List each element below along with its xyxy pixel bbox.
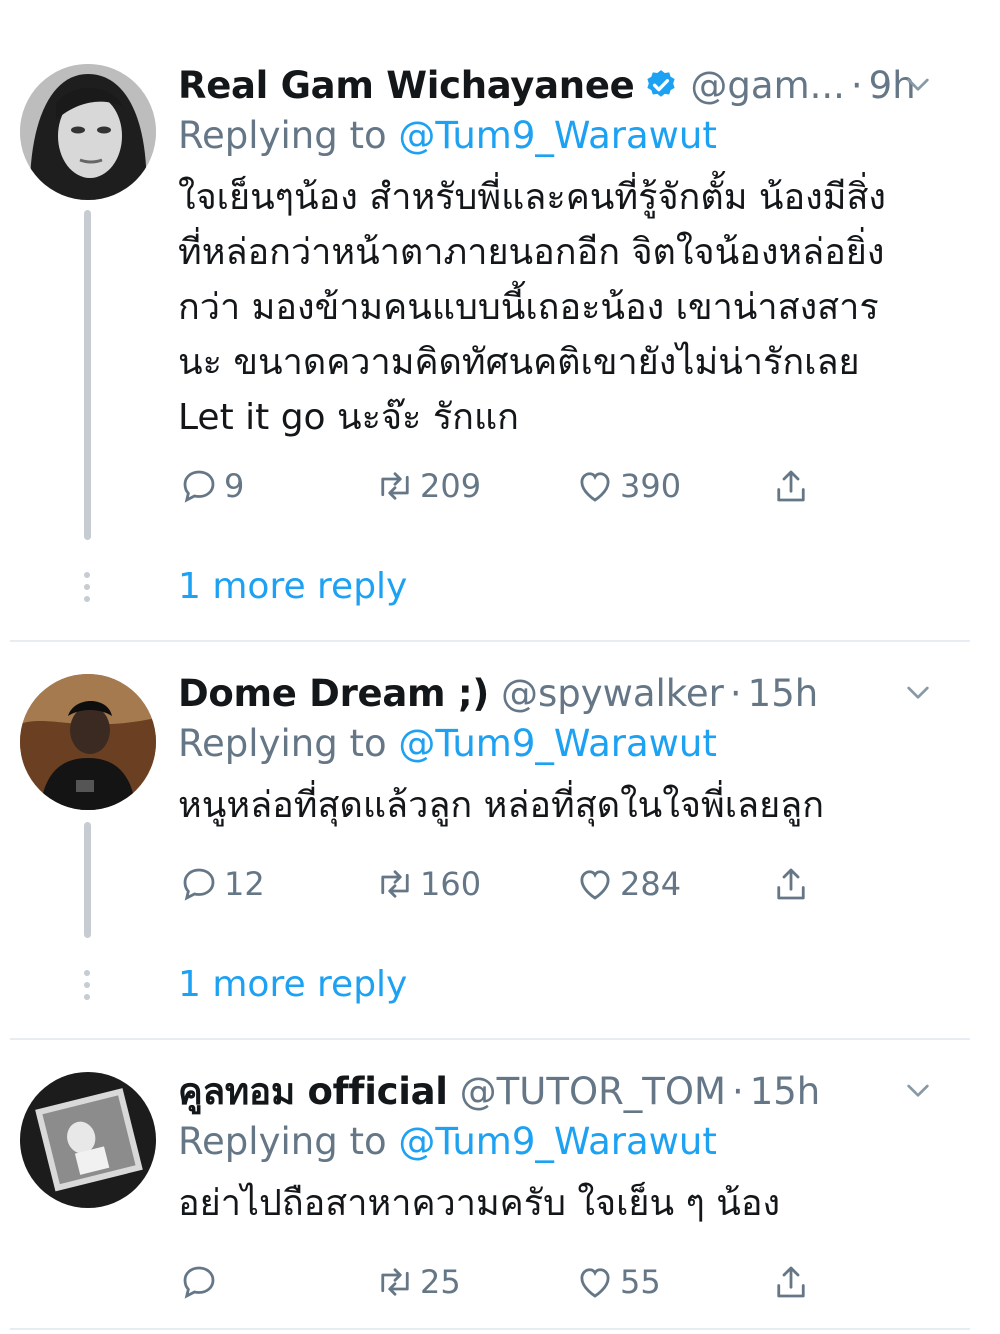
chevron-down-icon[interactable]: [902, 676, 934, 708]
like-button[interactable]: 55: [574, 1260, 661, 1304]
tweet-text-line: ที่หล่อกว่าหน้าตาภายนอกอีก จิตใจน้องหล่อ…: [178, 232, 885, 273]
like-button[interactable]: 390: [574, 464, 681, 508]
action-bar: 12 160 284: [178, 862, 838, 906]
thread-line: [84, 822, 91, 938]
avatar[interactable]: [20, 674, 156, 810]
tweet-text-line: กว่า มองข้ามคนแบบนี้เถอะน้อง เขาน่าสงสาร: [178, 287, 879, 328]
share-button[interactable]: [770, 464, 812, 508]
chevron-down-icon[interactable]: [902, 1074, 934, 1106]
avatar-photo-woman: [20, 64, 156, 200]
reply-icon: [183, 1266, 215, 1299]
reply-icon: [183, 868, 215, 901]
share-icon: [777, 868, 805, 900]
tweet-2[interactable]: Dome Dream ;) @spywalker · 15h Replying …: [0, 668, 1000, 1038]
handle[interactable]: @TUTOR_TOM: [460, 1070, 726, 1113]
reply-button[interactable]: 12: [178, 862, 265, 906]
more-reply-link[interactable]: 1 more reply: [178, 964, 407, 1005]
divider: [10, 1328, 970, 1330]
separator-dot: ·: [850, 63, 863, 107]
retweet-icon: [381, 1268, 409, 1296]
tweet-1[interactable]: Real Gam Wichayanee @gam... · 9h Replyin…: [0, 60, 1000, 640]
mention-link[interactable]: @Tum9_Warawut: [398, 1120, 717, 1163]
display-name[interactable]: Dome Dream ;): [178, 672, 489, 715]
tweet-header: คูลทอม official @TUTOR_TOM · 15h: [178, 1066, 820, 1116]
replying-to: Replying to @Tum9_Warawut: [178, 114, 717, 157]
like-count: 284: [620, 865, 682, 903]
display-name[interactable]: คูลทอม official: [178, 1062, 448, 1121]
reply-button[interactable]: 9: [178, 464, 244, 508]
like-icon: [580, 472, 610, 502]
reply-count: 12: [224, 865, 265, 903]
like-icon: [580, 870, 610, 900]
more-reply-link[interactable]: 1 more reply: [178, 566, 407, 607]
replying-to: Replying to @Tum9_Warawut: [178, 1120, 717, 1163]
share-icon: [777, 1266, 805, 1298]
avatar-photo-album: [20, 1072, 156, 1208]
replying-to: Replying to @Tum9_Warawut: [178, 722, 717, 765]
more-dots-icon: [84, 970, 90, 1000]
avatar-photo-man: [20, 674, 156, 810]
tweet-text-line: ใจเย็นๆน้อง สำหรับพี่และคนที่รู้จักตั้ม …: [178, 177, 886, 218]
like-count: 55: [620, 1263, 661, 1301]
replying-label: Replying to: [178, 1120, 387, 1163]
tweet-text-line: นะ ขนาดความคิดทัศนคติเขายังไม่น่ารักเลย: [178, 342, 860, 383]
timestamp[interactable]: 15h: [750, 1070, 821, 1113]
tweet-header: Dome Dream ;) @spywalker · 15h: [178, 668, 818, 718]
retweet-button[interactable]: 209: [374, 464, 481, 508]
retweet-count: 160: [420, 865, 482, 903]
tweet-text-line: หนูหล่อที่สุดแล้วลูก หล่อที่สุดในใจพี่เล…: [178, 785, 825, 826]
like-count: 390: [620, 467, 682, 505]
retweet-button[interactable]: 160: [374, 862, 481, 906]
timestamp[interactable]: 15h: [748, 672, 819, 715]
mention-link[interactable]: @Tum9_Warawut: [398, 114, 717, 157]
divider: [10, 1038, 970, 1040]
handle[interactable]: @gam...: [690, 64, 845, 107]
action-bar: 25 55: [178, 1260, 838, 1304]
retweet-button[interactable]: 25: [374, 1260, 461, 1304]
retweet-icon: [381, 870, 409, 898]
handle[interactable]: @spywalker: [501, 672, 724, 715]
replying-label: Replying to: [178, 114, 387, 157]
mention-link[interactable]: @Tum9_Warawut: [398, 722, 717, 765]
like-button[interactable]: 284: [574, 862, 681, 906]
tweet-text-line: Let it go นะจ๊ะ รักแก: [178, 397, 519, 438]
thread-line: [84, 210, 91, 540]
action-bar: 9 209 390: [178, 464, 838, 508]
tweet-text-line: อย่าไปถือสาหาความครับ ใจเย็น ๆ น้อง: [178, 1183, 781, 1224]
share-icon: [777, 470, 805, 502]
display-name[interactable]: Real Gam Wichayanee: [178, 64, 635, 107]
replying-label: Replying to: [178, 722, 387, 765]
more-dots-icon: [84, 572, 90, 602]
retweet-icon: [381, 472, 409, 500]
tweet-text: หนูหล่อที่สุดแล้วลูก หล่อที่สุดในใจพี่เล…: [178, 778, 948, 833]
divider: [10, 640, 970, 642]
reply-button[interactable]: [178, 1260, 220, 1304]
tweet-header: Real Gam Wichayanee @gam... · 9h: [178, 60, 916, 110]
avatar[interactable]: [20, 64, 156, 200]
separator-dot: ·: [731, 1069, 744, 1113]
avatar[interactable]: [20, 1072, 156, 1208]
tweet-3[interactable]: คูลทอม official @TUTOR_TOM · 15h Replyin…: [0, 1066, 1000, 1328]
reply-count: 9: [224, 467, 245, 505]
share-button[interactable]: [770, 862, 812, 906]
retweet-count: 209: [420, 467, 482, 505]
separator-dot: ·: [729, 671, 742, 715]
like-icon: [580, 1268, 610, 1298]
verified-badge-icon: [647, 70, 676, 97]
retweet-count: 25: [420, 1263, 461, 1301]
chevron-down-icon[interactable]: [902, 68, 934, 100]
reply-icon: [183, 470, 215, 503]
tweet-text: อย่าไปถือสาหาความครับ ใจเย็น ๆ น้อง: [178, 1176, 948, 1231]
share-button[interactable]: [770, 1260, 812, 1304]
tweet-text: ใจเย็นๆน้อง สำหรับพี่และคนที่รู้จักตั้ม …: [178, 170, 948, 445]
